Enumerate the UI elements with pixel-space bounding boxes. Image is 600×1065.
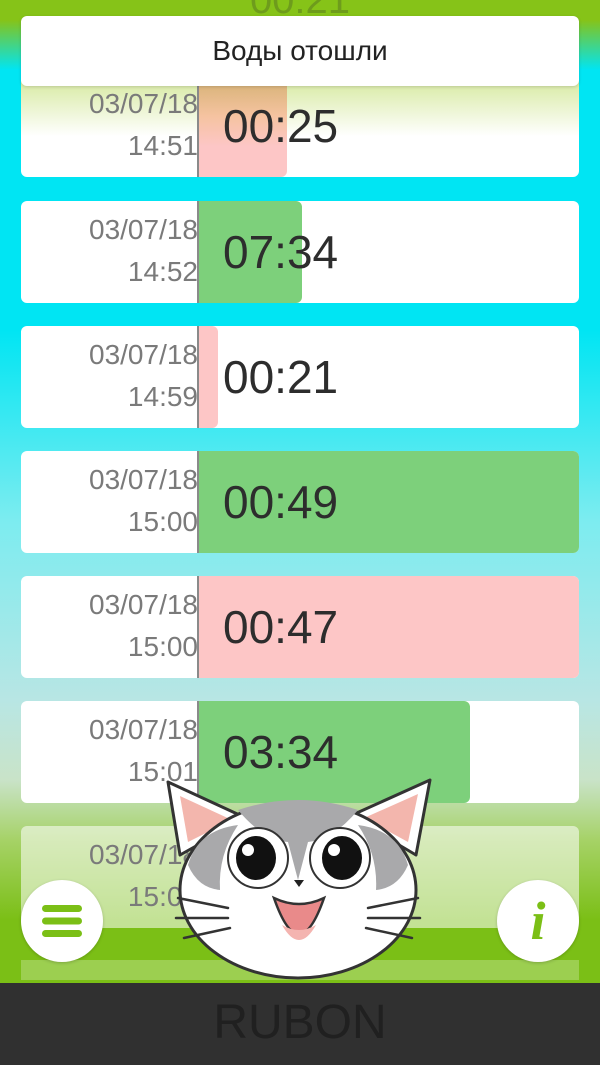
record-time: 15:00 (127, 506, 198, 537)
record-datetime: 03/07/18 15:00 (21, 576, 198, 678)
record-date: 03/07/18 (89, 88, 198, 119)
duration-value: 00:47 (223, 601, 339, 653)
duration-bar-area: 00:25 (197, 75, 579, 177)
record-date: 03/07/18 (89, 589, 198, 620)
duration-value: 07:34 (223, 226, 339, 278)
record-datetime: 03/07/18 14:51 (21, 75, 198, 177)
record-datetime: 03/07/18 15:00 (21, 451, 198, 553)
list-item[interactable]: 03/07/18 15:00 00:49 (21, 451, 579, 553)
list-item[interactable]: 03/07/18 15:00 00:47 (21, 576, 579, 678)
hamburger-icon (42, 905, 82, 937)
duration-bar-area: 00:47 (197, 576, 579, 678)
record-date: 03/07/18 (89, 339, 198, 370)
duration-bar-area: 00:21 (197, 326, 579, 428)
record-date: 03/07/18 (89, 214, 198, 245)
duration-value: 00:21 (223, 351, 339, 403)
duration-bar-area: 07:34 (197, 201, 579, 303)
record-date: 03/07/18 (89, 714, 198, 745)
duration-bar (199, 326, 218, 428)
record-datetime: 03/07/18 14:59 (21, 326, 198, 428)
record-time: 15:00 (127, 631, 198, 662)
page-title: Воды отошли (21, 16, 579, 86)
cat-mascot-icon[interactable] (158, 770, 438, 985)
duration-bar-area: 00:49 (197, 451, 579, 553)
duration-value: 00:25 (223, 100, 339, 152)
list-item[interactable]: 03/07/18 14:59 00:21 (21, 326, 579, 428)
record-time: 14:52 (127, 256, 198, 287)
info-button[interactable]: i (497, 880, 579, 962)
record-date: 03/07/18 (89, 464, 198, 495)
brand-logo: RUBON (213, 996, 387, 1049)
record-time: 14:51 (127, 130, 198, 161)
menu-button[interactable] (21, 880, 103, 962)
record-time: 14:59 (127, 381, 198, 412)
list-item[interactable]: 03/07/18 14:52 07:34 (21, 201, 579, 303)
info-icon: i (530, 891, 546, 951)
record-datetime: 03/07/18 14:52 (21, 201, 198, 303)
duration-value: 00:49 (223, 476, 339, 528)
list-item[interactable]: 03/07/18 14:51 00:25 (21, 75, 579, 177)
